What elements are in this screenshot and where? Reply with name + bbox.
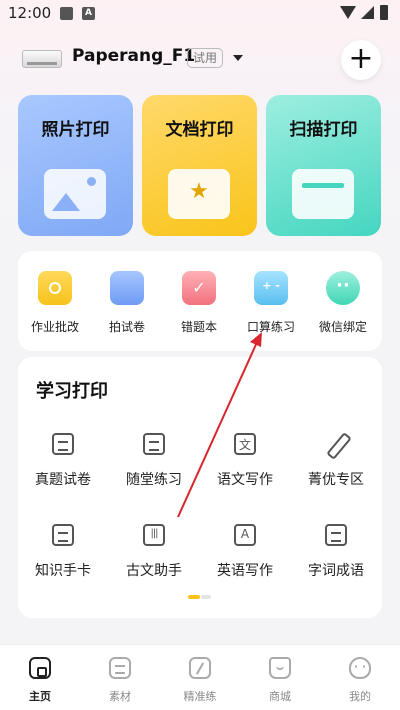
english-icon: [234, 524, 256, 546]
study-label: 知识手卡: [35, 563, 91, 579]
tools-panel: 作业批改 拍试卷 错题本 口算练习 微信绑定: [18, 251, 382, 351]
nav-label: 精准练: [183, 690, 217, 703]
pen-icon: [325, 433, 347, 455]
nav-label: 我的: [349, 690, 371, 703]
folder-icon: [110, 271, 144, 305]
signal-icon: [361, 6, 374, 19]
card-title: 照片打印: [41, 120, 110, 140]
photo-icon: [44, 169, 106, 219]
shop-icon: [269, 657, 291, 679]
study-item-jingyou-zone[interactable]: 菁优专区: [291, 433, 381, 493]
section-title: 学习打印: [36, 381, 108, 402]
document-icon: [143, 433, 165, 455]
study-label: 随堂练习: [126, 472, 182, 488]
study-item-knowledge-cards[interactable]: 知识手卡: [18, 524, 108, 584]
document-print-card[interactable]: 文档打印: [142, 95, 257, 236]
home-icon: [29, 657, 51, 679]
study-label: 菁优专区: [308, 472, 364, 488]
nav-profile[interactable]: 我的: [320, 645, 400, 710]
tool-scan-exam[interactable]: 拍试卷: [92, 271, 162, 341]
camera-icon: [38, 271, 72, 305]
wifi-icon: [340, 6, 356, 19]
tool-wechat-bind[interactable]: 微信绑定: [308, 271, 378, 341]
study-label: 语文写作: [217, 472, 273, 488]
nav-home[interactable]: 主页: [0, 645, 80, 710]
study-label: 字词成语: [308, 563, 364, 579]
status-bar: 12:00 A: [0, 0, 400, 28]
profile-icon: [349, 657, 371, 679]
nav-label: 素材: [109, 690, 131, 703]
nav-label: 商城: [269, 690, 291, 703]
study-label: 英语写作: [217, 563, 273, 579]
chevron-down-icon[interactable]: [233, 55, 243, 61]
status-time: 12:00: [8, 4, 52, 22]
nav-material[interactable]: 素材: [80, 645, 160, 710]
study-label: 真题试卷: [35, 472, 91, 488]
card-title: 扫描打印: [289, 120, 358, 140]
tool-homework-correction[interactable]: 作业批改: [20, 271, 90, 341]
page-indicator: [188, 595, 212, 599]
tool-label: 作业批改: [30, 320, 79, 334]
tool-label: 错题本: [180, 320, 217, 334]
page-dot-active: [188, 595, 200, 599]
calculator-icon: [254, 271, 288, 305]
study-item-class-practice[interactable]: 随堂练习: [109, 433, 199, 493]
study-item-english-writing[interactable]: 英语写作: [200, 524, 290, 584]
tool-label: 口算练习: [246, 320, 295, 334]
dictionary-icon: [325, 524, 347, 546]
page-dot: [201, 595, 211, 599]
app-notification-icon: A: [82, 7, 95, 20]
tool-label: 微信绑定: [318, 320, 367, 334]
tool-label: 拍试卷: [108, 320, 145, 334]
notebook-icon: [182, 271, 216, 305]
battery-icon: [380, 5, 388, 20]
folder-star-icon: [168, 169, 230, 219]
scanner-icon: [292, 169, 354, 219]
nav-shop[interactable]: 商城: [240, 645, 320, 710]
tool-mistake-book[interactable]: 错题本: [164, 271, 234, 341]
chinese-char-icon: [234, 433, 256, 455]
practice-icon: [189, 657, 211, 679]
material-icon: [109, 657, 131, 679]
study-item-classical-assistant[interactable]: 古文助手: [109, 524, 199, 584]
tool-mental-math[interactable]: 口算练习: [236, 271, 306, 341]
photo-print-card[interactable]: 照片打印: [18, 95, 133, 236]
ancient-text-icon: [143, 524, 165, 546]
printer-icon[interactable]: [22, 50, 62, 68]
nav-label: 主页: [29, 690, 51, 703]
study-label: 古文助手: [126, 563, 182, 579]
study-item-chinese-writing[interactable]: 语文写作: [200, 433, 290, 493]
add-device-button[interactable]: +: [341, 40, 381, 80]
card-icon: [52, 524, 74, 546]
study-print-panel: 学习打印 真题试卷 随堂练习 语文写作 菁优专区 知识手卡 古文助手 英语写作 …: [18, 357, 382, 618]
wechat-icon: [326, 271, 360, 305]
device-header: Paperang_F1 试用 +: [0, 36, 400, 82]
device-name[interactable]: Paperang_F1: [72, 46, 195, 66]
scan-print-card[interactable]: 扫描打印: [266, 95, 381, 236]
scroll-icon: [52, 433, 74, 455]
study-item-idioms[interactable]: 字词成语: [291, 524, 381, 584]
bottom-nav: 主页 素材 精准练 商城 我的: [0, 644, 400, 710]
study-item-past-papers[interactable]: 真题试卷: [18, 433, 108, 493]
nav-practice[interactable]: 精准练: [160, 645, 240, 710]
gallery-notification-icon: [60, 7, 73, 20]
trial-badge: 试用: [187, 48, 223, 68]
card-title: 文档打印: [165, 120, 234, 140]
